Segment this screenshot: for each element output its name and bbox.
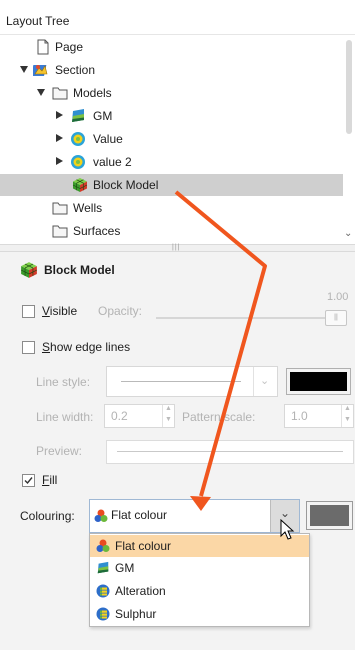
line-style-preview: [121, 381, 241, 382]
fill-colour-fill: [310, 505, 349, 526]
opacity-value: 1.00: [327, 291, 349, 303]
expand-arrow-icon[interactable]: [37, 89, 45, 96]
scroll-down-icon[interactable]: ⌄: [344, 228, 352, 239]
category-icon: [96, 584, 110, 598]
mouse-cursor-icon: [280, 519, 295, 540]
properties-title: Block Model: [44, 263, 115, 277]
visible-checkbox[interactable]: [22, 305, 35, 318]
tree-item-label: Wells: [73, 201, 103, 215]
preview-box: [106, 440, 354, 464]
dropdown-option-sulphur[interactable]: Sulphur: [90, 603, 309, 625]
chevron-down-icon: ⌄: [260, 375, 270, 387]
colouring-select[interactable]: Flat colour ⌄: [89, 499, 300, 533]
flat-colour-icon: [94, 509, 108, 522]
dropdown-option-gm[interactable]: GM: [90, 557, 309, 579]
tree-item-value-2[interactable]: value 2: [0, 151, 343, 173]
tree-item-page[interactable]: Page: [0, 36, 343, 58]
tree-item-label: Surfaces: [73, 224, 121, 238]
tree-item-label: Value: [93, 132, 123, 146]
dropdown-option-label: Alteration: [115, 584, 166, 598]
opacity-slider-thumb[interactable]: ||: [325, 310, 347, 326]
numeric-model-icon: [71, 155, 85, 169]
collapsed-arrow-icon[interactable]: [56, 157, 63, 165]
tree-item-gm[interactable]: GM: [0, 105, 343, 127]
tree-item-label: GM: [93, 109, 113, 123]
preview-label: Preview:: [36, 444, 83, 458]
tree-item-surfaces[interactable]: Surfaces: [0, 220, 343, 242]
page-icon: [37, 39, 49, 55]
folder-icon: [52, 87, 68, 100]
spin-up-icon[interactable]: ▲: [344, 405, 351, 412]
opacity-label: Opacity:: [98, 304, 143, 318]
line-colour-fill: [290, 372, 347, 391]
preview-line: [117, 451, 343, 452]
dropdown-option-flat-colour[interactable]: Flat colour: [90, 535, 309, 557]
colouring-value: Flat colour: [111, 508, 168, 522]
divider: [253, 367, 254, 396]
expand-arrow-icon[interactable]: [20, 66, 28, 73]
show-edge-lines-checkbox[interactable]: [22, 341, 35, 354]
category-icon: [96, 607, 110, 621]
dropdown-option-label: Flat colour: [115, 539, 172, 553]
section-icon: [33, 65, 48, 76]
line-style-select[interactable]: ⌄: [106, 366, 278, 397]
chevron-down-icon: ⌄: [280, 506, 291, 520]
line-width-label: Line width:: [36, 410, 94, 424]
spin-up-icon[interactable]: ▲: [165, 405, 172, 412]
pattern-scale-spinbox[interactable]: 1.0 ▲ ▼: [284, 404, 354, 428]
dropdown-option-alteration[interactable]: Alteration: [90, 580, 309, 602]
spin-down-icon[interactable]: ▼: [344, 416, 351, 423]
visible-label: Visible: [42, 304, 78, 318]
folder-icon: [52, 202, 68, 215]
line-colour-swatch[interactable]: [286, 368, 351, 395]
opacity-slider-track[interactable]: [156, 317, 344, 319]
numeric-model-icon: [71, 132, 85, 146]
tree-item-label: Section: [55, 63, 96, 77]
splitter-grip-icon[interactable]: |||: [172, 244, 180, 251]
tree-item-block-model[interactable]: Block Model: [0, 174, 343, 196]
collapsed-arrow-icon[interactable]: [56, 134, 63, 142]
line-width-value: 0.2: [111, 409, 128, 423]
colouring-dropdown-list: Flat colour GM Alteration Sulphur: [89, 533, 310, 627]
collapsed-arrow-icon[interactable]: [56, 111, 63, 119]
colouring-label: Colouring:: [20, 509, 75, 523]
tree-item-section[interactable]: Section: [0, 59, 343, 81]
line-style-label: Line style:: [36, 375, 91, 389]
fill-checkbox[interactable]: [22, 474, 35, 487]
spin-down-icon[interactable]: ▼: [165, 416, 172, 423]
tree-item-label: Models: [73, 86, 112, 100]
tree-item-value[interactable]: Value: [0, 128, 343, 150]
fill-label: Fill: [42, 473, 58, 487]
block-model-icon: [72, 178, 88, 192]
show-edge-lines-label: Show edge lines: [42, 340, 131, 354]
tree-item-label: Page: [55, 40, 84, 54]
geological-model-icon: [72, 109, 84, 122]
divider: [0, 34, 355, 35]
tree-scrollbar-thumb[interactable]: [346, 40, 352, 134]
block-model-icon: [20, 262, 38, 278]
tree-item-wells[interactable]: Wells: [0, 197, 343, 219]
pattern-scale-label: Pattern scale:: [182, 410, 256, 424]
line-width-spinbox[interactable]: 0.2 ▲ ▼: [104, 404, 175, 428]
flat-colour-icon: [96, 539, 110, 552]
fill-colour-swatch[interactable]: [306, 501, 353, 530]
geological-model-icon: [97, 561, 109, 574]
tree-item-models[interactable]: Models: [0, 82, 343, 104]
dropdown-option-label: Sulphur: [115, 607, 157, 621]
layout-tree-header: Layout Tree: [6, 14, 70, 28]
checkmark-icon: [24, 477, 33, 485]
dropdown-option-label: GM: [115, 561, 135, 575]
folder-icon: [52, 225, 68, 238]
pattern-scale-value: 1.0: [291, 409, 308, 423]
tree-item-label: Block Model: [93, 178, 159, 192]
tree-item-label: value 2: [93, 155, 132, 169]
